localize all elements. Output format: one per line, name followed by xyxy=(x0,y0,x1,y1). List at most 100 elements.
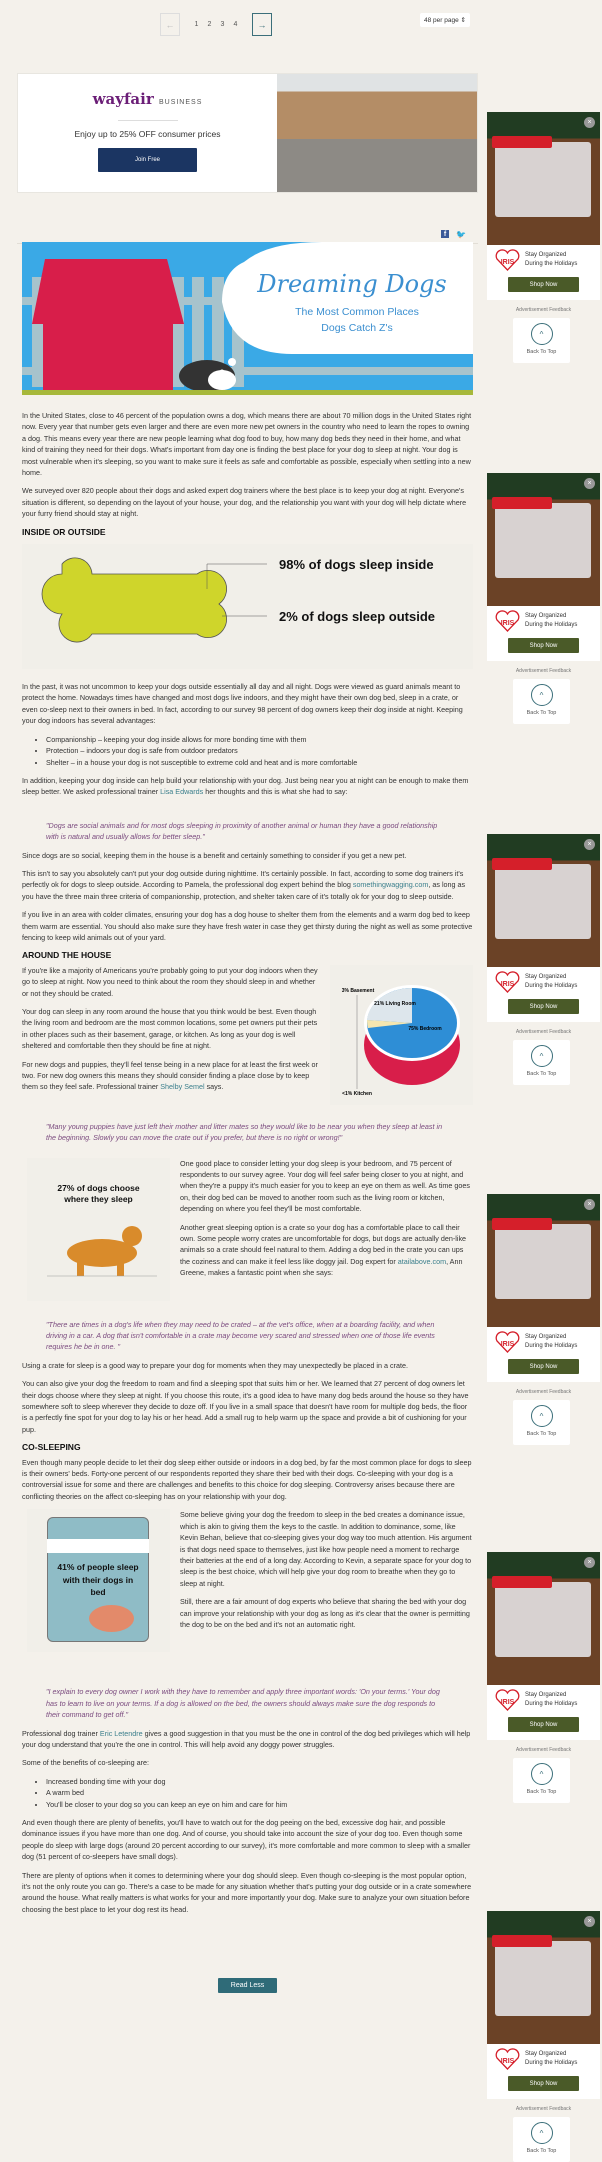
storage-box-image: × xyxy=(487,834,600,967)
paragraph: Some of the benefits of co-sleeping are: xyxy=(22,1758,150,1768)
ad-tagline: Stay Organized During the Holidays xyxy=(525,1692,578,1707)
lisa-edwards-link[interactable]: Lisa Edwards xyxy=(160,787,203,796)
page-4[interactable]: 4 xyxy=(229,21,242,28)
iris-logo: IRIS xyxy=(495,610,520,632)
back-to-top-button[interactable]: ^ Back To Top xyxy=(513,318,570,363)
benefits-list: Increased bonding time with your dog A w… xyxy=(46,1776,473,1810)
wayfair-logo: wayfair BUSINESS xyxy=(92,90,203,108)
bone-outside-label: 2% of dogs sleep outside xyxy=(279,609,435,624)
iris-side-ad[interactable]: × IRIS Stay Organized During the Holidays… xyxy=(487,112,600,363)
shelby-semel-link[interactable]: Shelby Semel xyxy=(160,1082,204,1091)
paragraph: If you live in an area with colder clima… xyxy=(22,910,473,942)
svg-text:IRIS: IRIS xyxy=(501,1341,515,1348)
advertisement-feedback-link[interactable]: Advertisement Feedback xyxy=(487,1747,600,1753)
hero-title: Dreaming Dogs xyxy=(256,270,446,298)
advertisement-feedback-link[interactable]: Advertisement Feedback xyxy=(487,2106,600,2112)
advertisement-feedback-link[interactable]: Advertisement Feedback xyxy=(487,307,600,313)
iris-logo: IRIS xyxy=(495,1331,520,1353)
storage-box-image: × xyxy=(487,112,600,245)
somethingwagging-link[interactable]: somethingwagging.com xyxy=(353,880,429,889)
shop-now-button[interactable]: Shop Now xyxy=(508,1359,579,1374)
storage-box-image: × xyxy=(487,473,600,606)
atailabove-link[interactable]: atailabove.com xyxy=(398,1257,446,1266)
back-to-top-button[interactable]: ^ Back To Top xyxy=(513,1758,570,1803)
prev-page-button[interactable]: ← xyxy=(160,13,180,36)
close-icon[interactable]: × xyxy=(584,117,595,128)
page-3[interactable]: 3 xyxy=(216,21,229,28)
svg-text:IRIS: IRIS xyxy=(501,620,515,627)
paragraph: We surveyed over 820 people about their … xyxy=(22,486,467,519)
close-icon[interactable]: × xyxy=(584,1916,595,1927)
back-to-top-button[interactable]: ^ Back To Top xyxy=(513,1040,570,1085)
next-page-button[interactable]: → xyxy=(252,13,272,36)
advantages-list: Companionship – keeping your dog inside … xyxy=(46,734,473,768)
chevron-up-icon: ^ xyxy=(530,1405,553,1427)
social-share: f 🐦 xyxy=(441,230,466,239)
advertisement-feedback-link[interactable]: Advertisement Feedback xyxy=(487,668,600,674)
list-item: You'll be closer to your dog so you can … xyxy=(46,1799,473,1810)
back-to-top-button[interactable]: ^ Back To Top xyxy=(513,1400,570,1445)
chevron-up-icon: ^ xyxy=(530,1763,553,1785)
advertisement-feedback-link[interactable]: Advertisement Feedback xyxy=(487,1389,600,1395)
close-icon[interactable]: × xyxy=(584,839,595,850)
pie-label-basement: 3% Basement xyxy=(342,988,375,994)
paragraph: And even though there are plenty of bene… xyxy=(22,1817,471,1862)
infographic-caption: 27% of dogs choose where they sleep xyxy=(57,1182,140,1204)
read-less-button[interactable]: Read Less xyxy=(218,1978,277,1993)
iris-logo: IRIS xyxy=(495,1689,520,1711)
paragraph: Since dogs are so social, keeping them i… xyxy=(22,850,407,860)
hero-subtitle-1: The Most Common Places xyxy=(295,306,419,318)
back-to-top-label: Back To Top xyxy=(526,710,557,716)
iris-side-ad[interactable]: × IRIS Stay Organized During the Holidays… xyxy=(487,1552,600,1803)
bed-infographic: 41% of people sleep with their dogs in b… xyxy=(27,1509,170,1653)
hero-image: Dreaming Dogs The Most Common Places Dog… xyxy=(22,242,473,395)
iris-side-ad[interactable]: × IRIS Stay Organized During the Holidays… xyxy=(487,473,600,724)
close-icon[interactable]: × xyxy=(584,478,595,489)
iris-logo: IRIS xyxy=(495,2048,520,2070)
per-page-select[interactable]: 48 per page ⇕ xyxy=(420,13,470,27)
storage-box-image: × xyxy=(487,1194,600,1327)
list-item: Shelter – in a house your dog is not sus… xyxy=(46,757,473,768)
pagination: ← 1 2 3 4 → xyxy=(160,13,272,36)
section-heading: INSIDE OR OUTSIDE xyxy=(22,526,106,537)
facebook-icon[interactable]: f xyxy=(441,230,449,238)
back-to-top-label: Back To Top xyxy=(526,1071,557,1077)
iris-logo: IRIS xyxy=(495,249,520,271)
page-2[interactable]: 2 xyxy=(203,21,216,28)
paragraph: There are plenty of options when it come… xyxy=(22,1870,472,1914)
ad-tagline: Stay Organized During the Holidays xyxy=(525,252,578,267)
ad-tagline: Stay Organized During the Holidays xyxy=(525,2051,578,2066)
back-to-top-button[interactable]: ^ Back To Top xyxy=(513,679,570,724)
storage-box-image: × xyxy=(487,1911,600,2044)
iris-side-ad[interactable]: × IRIS Stay Organized During the Holidays… xyxy=(487,1194,600,1445)
ad-tagline: Stay Organized During the Holidays xyxy=(525,613,578,628)
iris-side-ad[interactable]: × IRIS Stay Organized During the Holidays… xyxy=(487,1911,600,2162)
iris-logo: IRIS xyxy=(495,971,520,993)
page-1[interactable]: 1 xyxy=(190,21,203,28)
wayfair-ad[interactable]: wayfair BUSINESS Enjoy up to 25% OFF con… xyxy=(17,73,478,193)
shop-now-button[interactable]: Shop Now xyxy=(508,2076,579,2091)
ad-tagline: Stay Organized During the Holidays xyxy=(525,1334,578,1349)
shop-now-button[interactable]: Shop Now xyxy=(508,1717,579,1732)
divider xyxy=(117,120,178,121)
dog-choose-infographic: 27% of dogs choose where they sleep xyxy=(27,1157,170,1301)
advertisement-feedback-link[interactable]: Advertisement Feedback xyxy=(487,1029,600,1035)
shop-now-button[interactable]: Shop Now xyxy=(508,638,579,653)
quote: "There are times in a dog's life when th… xyxy=(46,1319,435,1352)
paragraph: In addition, keeping your dog inside can… xyxy=(22,775,469,797)
shop-now-button[interactable]: Shop Now xyxy=(508,999,579,1014)
section-heading: CO-SLEEPING xyxy=(22,1442,81,1453)
iris-side-ad[interactable]: × IRIS Stay Organized During the Holidays… xyxy=(487,834,600,1085)
twitter-icon[interactable]: 🐦 xyxy=(456,230,466,239)
back-to-top-label: Back To Top xyxy=(526,1789,557,1795)
eric-letendre-link[interactable]: Eric Letendre xyxy=(100,1729,143,1738)
ad-tagline: Stay Organized During the Holidays xyxy=(525,974,578,989)
close-icon[interactable]: × xyxy=(584,1199,595,1210)
per-page-value: 48 per page xyxy=(424,17,459,24)
back-to-top-button[interactable]: ^ Back To Top xyxy=(513,2117,570,2162)
close-icon[interactable]: × xyxy=(584,1557,595,1568)
paragraph: This isn't to say you absolutely can't p… xyxy=(22,868,466,901)
shop-now-button[interactable]: Shop Now xyxy=(508,277,579,292)
join-free-button[interactable]: Join Free xyxy=(98,148,197,172)
quote: "Many young puppies have just left their… xyxy=(46,1121,443,1143)
